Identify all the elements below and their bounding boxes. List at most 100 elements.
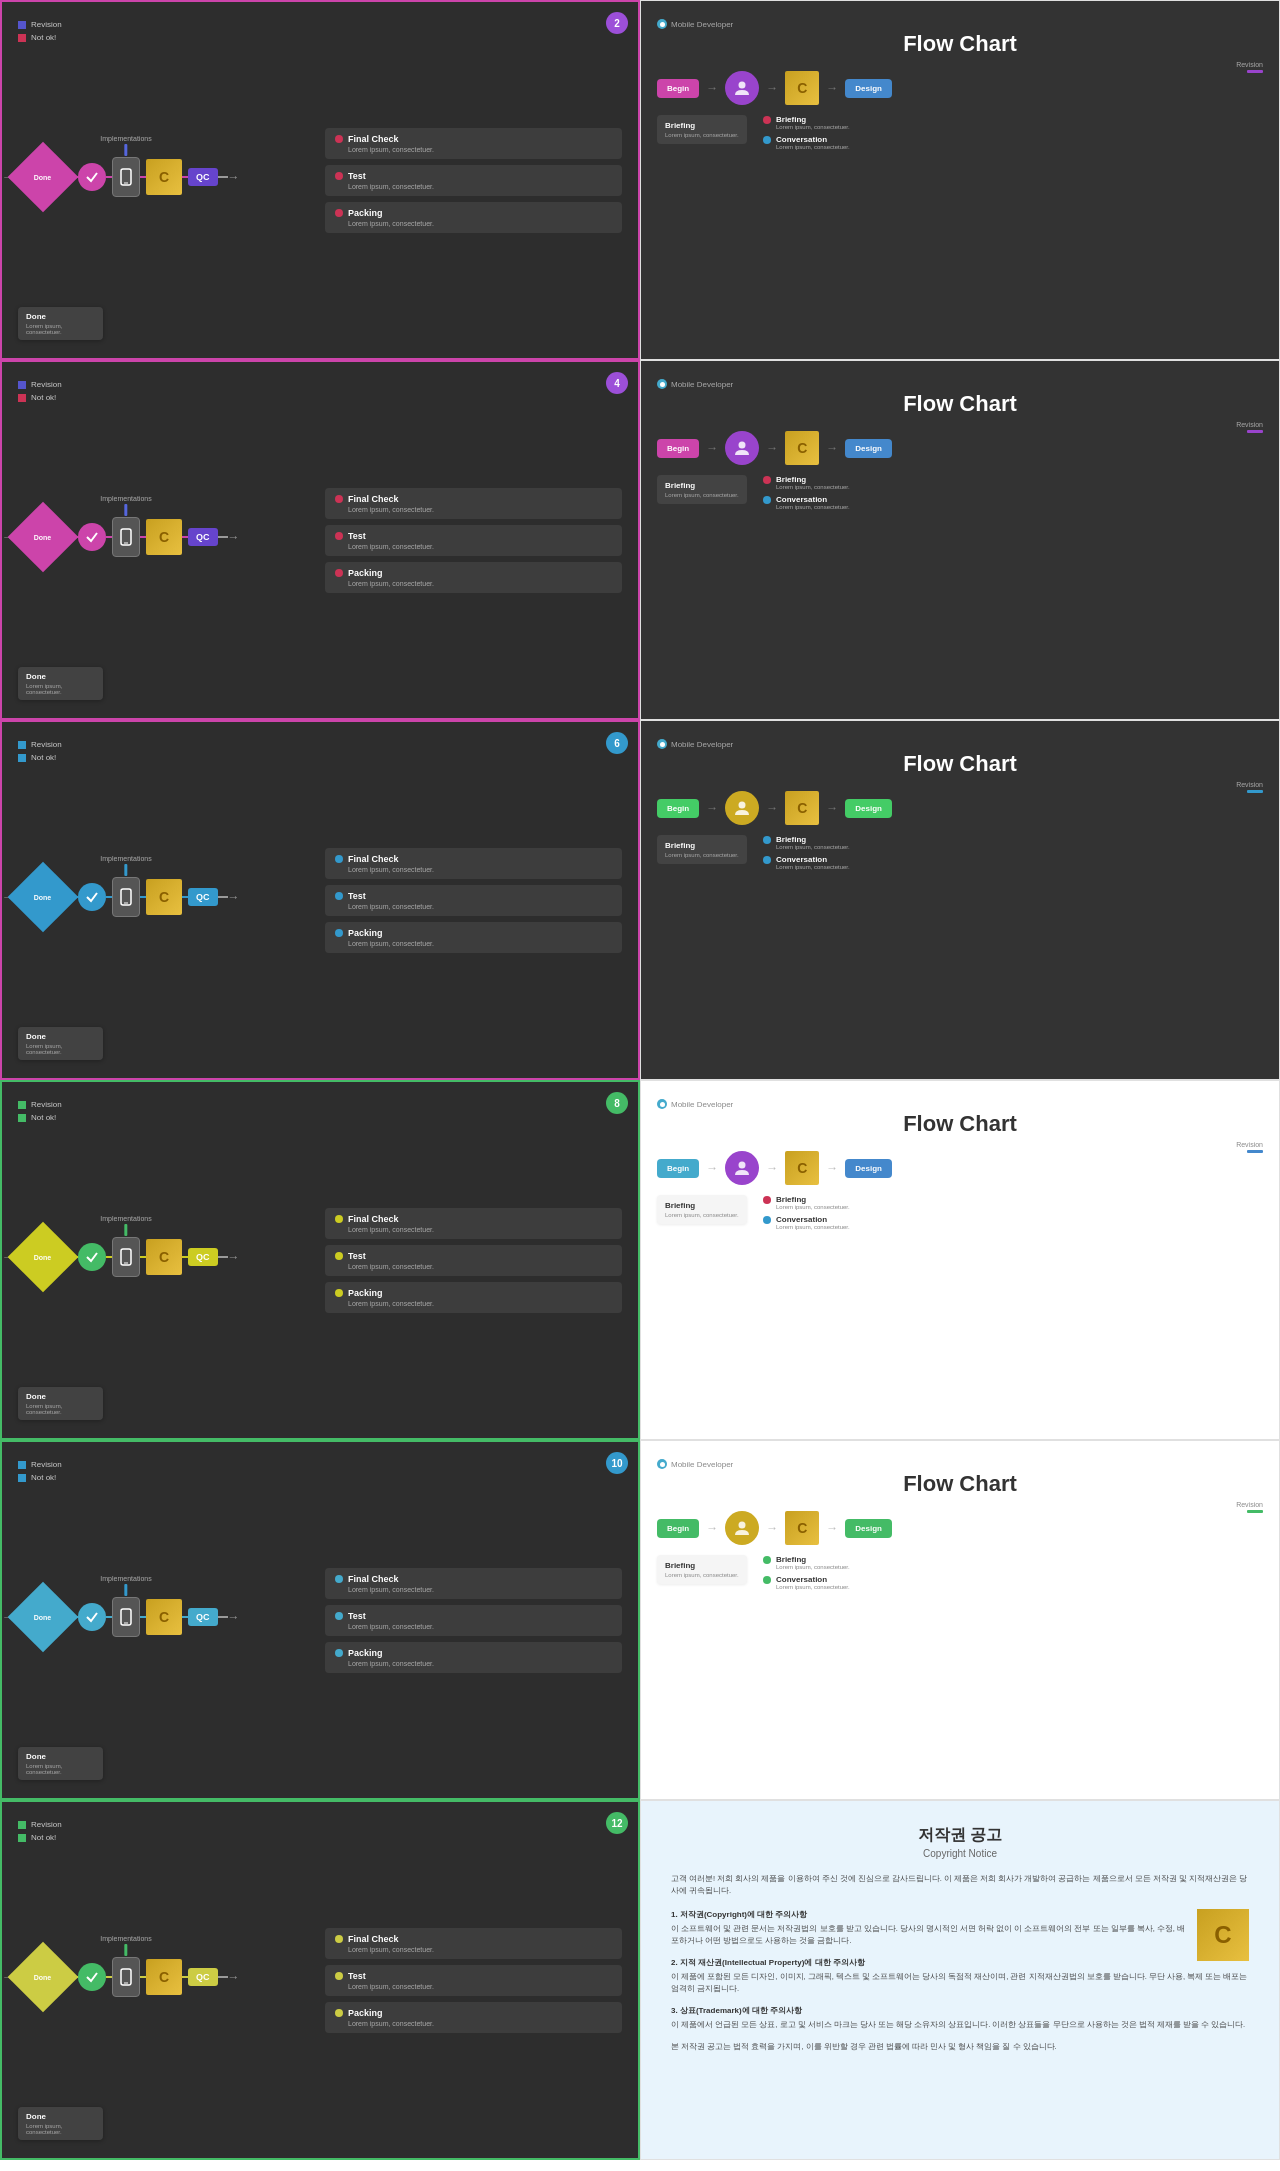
connector5: [218, 896, 228, 898]
revision-top: Revision: [1236, 781, 1263, 793]
briefing-text: Lorem ipsum, consectetuer.: [665, 852, 739, 858]
list-item-text: Lorem ipsum, consectetuer.: [348, 1660, 612, 1667]
flow-arrow: →: [824, 81, 840, 95]
gold-c-logo: C: [1197, 1909, 1249, 1961]
list-dot: [335, 1935, 343, 1943]
rev-dot: [18, 1101, 26, 1109]
flow-chart-title: Flow Chart: [657, 1111, 1263, 1137]
rev-dot: [18, 741, 26, 749]
rev-dot: [18, 1834, 26, 1842]
check-circle: [78, 163, 106, 191]
diamond-text: Done: [34, 1253, 52, 1260]
copyright-section-text: 이 제품에서 언급된 모든 상표, 로고 및 서비스 마크는 당사 또는 해당 …: [671, 2019, 1249, 2031]
list-dot: [335, 1215, 343, 1223]
rev-dot: [18, 754, 26, 762]
diamond-text: Done: [34, 173, 52, 180]
personal-node-1: [725, 71, 759, 105]
flow-chart-title: Flow Chart: [657, 751, 1263, 777]
right-dark-cell-r2c2: Mobile Developer Flow Chart Revision Beg…: [640, 360, 1280, 720]
sub-dot: [763, 116, 771, 124]
copyright-section-text: 이 제품에 포함된 모든 디자인, 이미지, 그래픽, 텍스트 및 소프트웨어는…: [671, 1971, 1249, 1995]
svg-point-2: [739, 82, 746, 89]
done-popup-title: Done: [26, 312, 95, 321]
sub-item-0: Briefing Lorem ipsum, consectetuer.: [763, 1555, 850, 1570]
flow-node-0[interactable]: Begin: [657, 439, 699, 458]
gold-box: C: [146, 519, 182, 555]
right-dark-cell-r3c2: Mobile Developer Flow Chart Revision Beg…: [640, 720, 1280, 1080]
mobile-dev-text: Mobile Developer: [671, 1460, 733, 1469]
rev-item-1: Not ok!: [18, 1113, 315, 1122]
flow-node[interactable]: Design: [845, 1519, 892, 1538]
rev-label: Not ok!: [31, 1473, 56, 1482]
list-item-title: Packing: [348, 1648, 383, 1658]
briefing-card: Briefing Lorem ipsum, consectetuer.: [657, 1555, 747, 1584]
list-card-0: Final Check Lorem ipsum, consectetuer.: [325, 1568, 622, 1599]
qc-box: QC: [188, 888, 218, 906]
qc-box: QC: [188, 528, 218, 546]
qc-box: QC: [188, 1248, 218, 1266]
flow-node-0[interactable]: Begin: [657, 799, 699, 818]
briefing-text: Lorem ipsum, consectetuer.: [665, 132, 739, 138]
flow-chart-title: Flow Chart: [657, 1471, 1263, 1497]
revision-label: Revision: [1236, 1501, 1263, 1508]
mobile-dev-text: Mobile Developer: [671, 20, 733, 29]
rev-item-1: Not ok!: [18, 33, 315, 42]
revision-top: Revision: [1236, 61, 1263, 73]
list-dot: [335, 855, 343, 863]
check-circle: [78, 1243, 106, 1271]
flow-node[interactable]: Design: [845, 1159, 892, 1178]
mobile-dev-text: Mobile Developer: [671, 1100, 733, 1109]
list-dot: [335, 135, 343, 143]
done-popup-text: Lorem ipsum, consectetuer.: [26, 1043, 95, 1055]
phone-icon: [112, 157, 140, 197]
flow-chart-title: Flow Chart: [657, 31, 1263, 57]
done-popup-text: Lorem ipsum, consectetuer.: [26, 683, 95, 695]
rev-dot: [18, 381, 26, 389]
list-card-1: Test Lorem ipsum, consectetuer.: [325, 525, 622, 556]
rev-item-1: Not ok!: [18, 1473, 315, 1482]
rev-item-0: Revision: [18, 380, 315, 389]
rev-item-0: Revision: [18, 1460, 315, 1469]
sub-text: Lorem ipsum, consectetuer.: [776, 144, 850, 150]
list-item-title: Packing: [348, 208, 383, 218]
sub-items-list: Briefing Lorem ipsum, consectetuer. Conv…: [763, 115, 850, 155]
flow-node[interactable]: Begin: [657, 1519, 699, 1538]
flow-arrow: →: [824, 1161, 840, 1175]
bottom-section: Briefing Lorem ipsum, consectetuer. Brie…: [657, 475, 1263, 515]
mobile-dev-text: Mobile Developer: [671, 740, 733, 749]
flow-node-3[interactable]: Design: [845, 799, 892, 818]
svg-point-5: [739, 442, 746, 449]
copyright-sections: 1. 저작권(Copyright)에 대한 주의사항 이 소프트웨어 및 관련 …: [671, 1909, 1249, 2053]
svg-point-8: [739, 802, 746, 809]
sub-dot: [763, 1576, 771, 1584]
badge-number: 2: [606, 12, 628, 34]
connector5: [218, 176, 228, 178]
briefing-text: Lorem ipsum, consectetuer.: [665, 1572, 739, 1578]
flow-node[interactable]: Begin: [657, 1159, 699, 1178]
done-popup-title: Done: [26, 1032, 95, 1041]
flow-node-3[interactable]: Design: [845, 439, 892, 458]
list-item-text: Lorem ipsum, consectetuer.: [348, 183, 612, 190]
copyright-section-1: 2. 지적 재산권(Intellectual Property)에 대한 주의사…: [671, 1957, 1249, 1995]
right-arrow: →: [228, 1610, 240, 1624]
bottom-section: Briefing Lorem ipsum, consectetuer. Brie…: [657, 115, 1263, 155]
rev-dot: [18, 1474, 26, 1482]
list-card-0: Final Check Lorem ipsum, consectetuer.: [325, 1928, 622, 1959]
gold-box: C: [146, 1239, 182, 1275]
rev-label: Not ok!: [31, 1833, 56, 1842]
left-cell-r1c1: 2 Revision Not ok! → Done: [0, 0, 640, 360]
list-dot: [335, 569, 343, 577]
revision-labels: Revision Not ok!: [18, 740, 315, 762]
qc-box: QC: [188, 1608, 218, 1626]
rev-label: Revision: [31, 740, 62, 749]
list-dot: [335, 1575, 343, 1583]
badge-number: 6: [606, 732, 628, 754]
copyright-section-0: 1. 저작권(Copyright)에 대한 주의사항 이 소프트웨어 및 관련 …: [671, 1909, 1249, 1947]
list-dot: [335, 532, 343, 540]
list-item-title: Test: [348, 171, 366, 181]
flow-node-3[interactable]: Design: [845, 79, 892, 98]
bottom-section: Briefing Lorem ipsum, consectetuer. Brie…: [657, 835, 1263, 875]
rev-item-0: Revision: [18, 1820, 315, 1829]
flow-node-0[interactable]: Begin: [657, 79, 699, 98]
impl-label: Implementations: [100, 1215, 151, 1222]
